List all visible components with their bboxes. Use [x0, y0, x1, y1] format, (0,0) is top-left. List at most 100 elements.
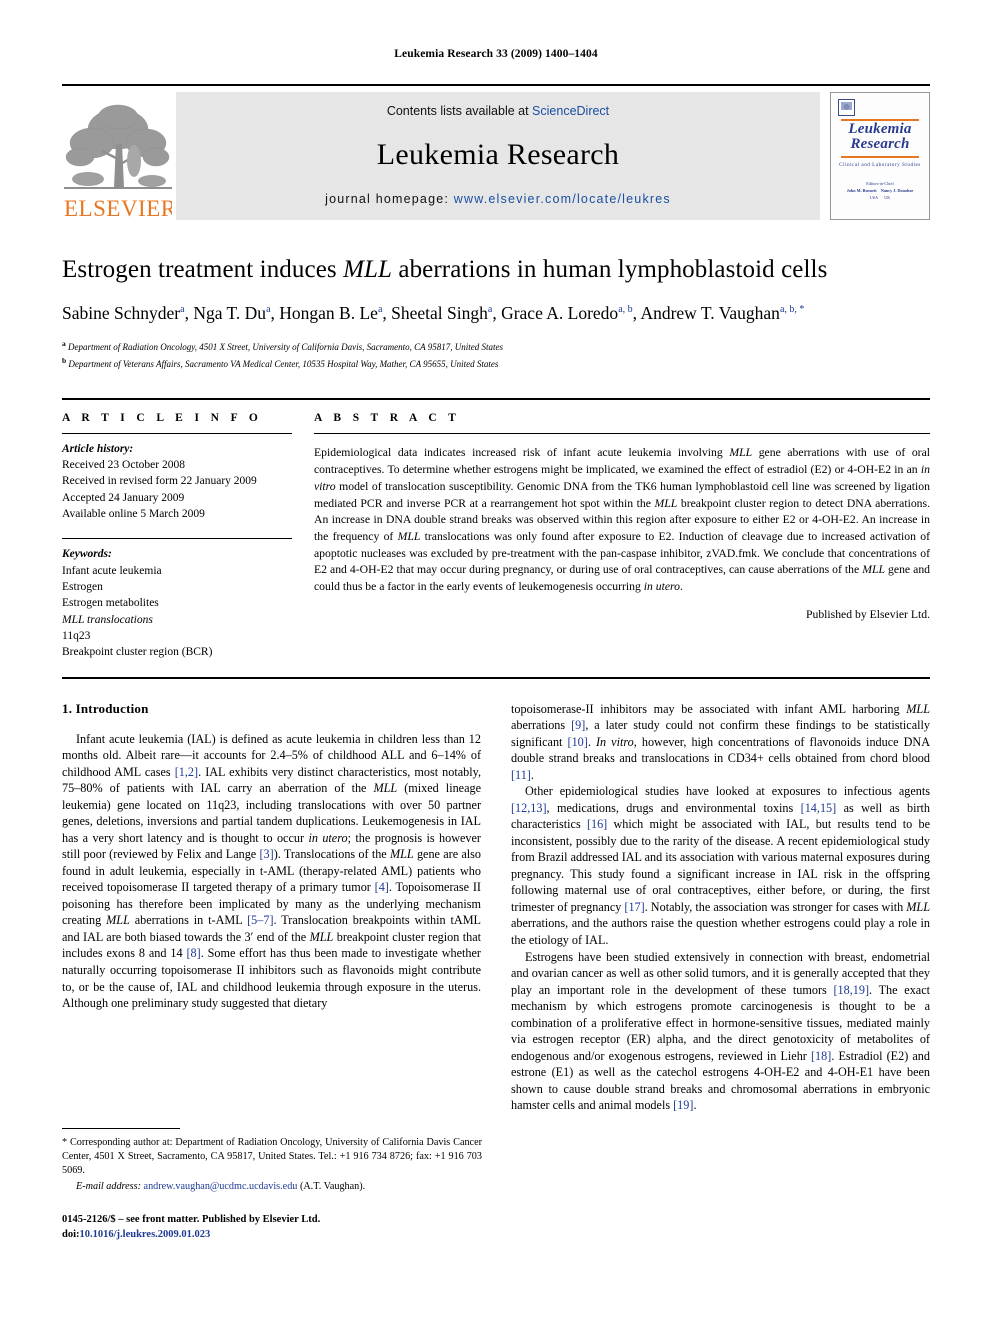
article-info-heading: A R T I C L E I N F O [62, 411, 263, 424]
abstract-heading: A B S T R A C T [314, 411, 461, 424]
cover-editors: Editors-in-Chief John M. Bennett Nancy J… [847, 180, 914, 201]
cover-rule-bottom [841, 155, 919, 158]
author: Sabine Schnydera [62, 303, 185, 323]
cover-editor-1-location: USA [869, 194, 878, 200]
keywords-divider [62, 538, 292, 540]
journal-homepage-line: journal homepage: www.elsevier.com/locat… [325, 192, 671, 206]
corresponding-author-note: * Corresponding author at: Department of… [62, 1137, 482, 1177]
author-name: Sabine Schnyder [62, 302, 181, 323]
keyword-item: 11q23 [62, 629, 91, 642]
affiliation-text: Department of Radiation Oncology, 4501 X… [68, 341, 503, 352]
elsevier-tree-icon [64, 99, 172, 199]
masthead-center: Contents lists available at ScienceDirec… [176, 92, 820, 220]
affiliation-list: a Department of Radiation Oncology, 4501… [62, 338, 930, 372]
keyword-item: Infant acute leukemia [62, 564, 162, 577]
abstract-published-by: Published by Elsevier Ltd. [805, 607, 930, 621]
author-name: Grace A. Loredo [501, 302, 619, 323]
doi-label: doi: [62, 1229, 80, 1241]
title-block: Estrogen treatment induces MLL aberratio… [62, 256, 930, 372]
keyword-item: Estrogen metabolites [62, 597, 159, 610]
intro-paragraph: topoisomerase-II inhibitors may be assoc… [511, 701, 931, 782]
author-affil-marker: a [180, 303, 185, 315]
author: Grace A. Loredoa, b [501, 303, 633, 323]
info-abstract-band: A R T I C L E I N F O Article history: R… [62, 397, 930, 679]
article-history-item: Accepted 24 January 2009 [62, 491, 185, 504]
author: Hongan B. Lea [279, 303, 382, 323]
author-name: Sheetal Singh [391, 302, 488, 323]
author: Andrew T. Vaughana, b, * [640, 303, 804, 323]
cover-editors-label: Editors-in-Chief [866, 180, 894, 186]
issn-front-matter: 0145-2126/$ – see front matter. Publishe… [62, 1214, 321, 1225]
journal-name: Leukemia Research [376, 138, 620, 171]
copyright-block: 0145-2126/$ – see front matter. Publishe… [62, 1212, 320, 1242]
journal-cover-thumbnail: Leukemia Research Clinical and Laborator… [830, 92, 930, 220]
affiliation-marker: b [62, 355, 67, 365]
cover-title-line2: Research [850, 136, 910, 153]
journal-masthead: ELSEVIER Contents lists available at Sci… [62, 84, 930, 220]
abstract-text: Epidemiological data indicates increased… [314, 446, 931, 594]
article-info-divider [62, 432, 292, 434]
author-list: Sabine Schnydera, Nga T. Dua, Hongan B. … [62, 302, 805, 323]
author: Nga T. Dua [193, 303, 270, 323]
footnote-block: * Corresponding author at: Department of… [62, 1128, 482, 1192]
article-history-item: Received 23 October 2008 [62, 458, 185, 471]
email-line: E-mail address: andrew.vaughan@ucdmc.ucd… [62, 1181, 482, 1192]
contents-prefix: Contents lists available at [386, 104, 533, 118]
keyword-item: Estrogen [62, 580, 103, 593]
author-affil-marker: a [266, 303, 271, 315]
author-affil-marker: a [377, 303, 383, 315]
author-name: Hongan B. Le [279, 302, 378, 323]
author-affil-marker: a, b [618, 303, 633, 315]
email-label: E-mail address: [76, 1181, 141, 1193]
article-history-block: Article history: Received 23 October 200… [62, 441, 292, 523]
paper-title: Estrogen treatment induces MLL aberratio… [62, 256, 930, 285]
author-affil-marker: a [487, 303, 493, 315]
email-link[interactable]: andrew.vaughan@ucdmc.ucdavis.edu [144, 1181, 298, 1192]
abstract-column: A B S T R A C T Epidemiological data ind… [314, 412, 930, 661]
affiliation-item: b Department of Veterans Affairs, Sacram… [62, 355, 930, 372]
doi-line: doi:10.1016/j.leukres.2009.01.023 [62, 1227, 320, 1242]
keyword-item: Breakpoint cluster region (BCR) [62, 646, 213, 659]
abstract-divider [314, 432, 930, 434]
article-history-item: Received in revised form 22 January 2009 [62, 475, 257, 488]
author-name: Andrew T. Vaughan [640, 302, 780, 323]
contents-available-line: Contents lists available at ScienceDirec… [387, 104, 609, 118]
cover-editor-2-location: UK [884, 194, 891, 200]
intro-paragraph: Other epidemiological studies have looke… [511, 784, 931, 947]
cover-elsevier-icon [838, 99, 855, 116]
cover-editor-1: John M. Bennett [846, 187, 877, 193]
body-column-left: 1. Introduction Infant acute leukemia (I… [62, 701, 481, 1171]
sciencedirect-link[interactable]: ScienceDirect [532, 104, 609, 118]
section-heading-introduction: 1. Introduction [62, 700, 149, 716]
title-part-post: aberrations in human lymphoblastoid cell… [392, 256, 828, 283]
cover-editor-2: Nancy J. Donohoe [880, 187, 914, 193]
article-history-label: Article history: [62, 442, 134, 455]
affiliation-item: a Department of Radiation Oncology, 4501… [62, 338, 930, 355]
intro-paragraph: Infant acute leukemia (IAL) is defined a… [62, 731, 481, 1011]
homepage-url-link[interactable]: www.elsevier.com/locate/leukres [454, 192, 671, 206]
doi-link[interactable]: 10.1016/j.leukres.2009.01.023 [80, 1229, 211, 1240]
email-owner: (A.T. Vaughan). [299, 1181, 366, 1193]
author-affil-marker: a, b, * [779, 303, 805, 315]
paper-page: Leukemia Research 33 (2009) 1400–1404 EL… [0, 0, 992, 1323]
body-column-right: topoisomerase-II inhibitors may be assoc… [511, 701, 930, 1171]
homepage-prefix: journal homepage: [325, 192, 454, 206]
author: Sheetal Singha [391, 303, 492, 323]
title-gene-name: MLL [343, 256, 393, 283]
affiliation-marker: a [62, 338, 66, 348]
affiliation-text: Department of Veterans Affairs, Sacramen… [68, 358, 499, 369]
article-history-item: Available online 5 March 2009 [62, 507, 205, 520]
footnote-divider [62, 1128, 180, 1129]
keyword-item: MLL translocations [62, 613, 153, 626]
cover-subtitle: Clinical and Laboratory Studies [839, 161, 921, 168]
title-part-pre: Estrogen treatment induces [62, 256, 344, 283]
running-head: Leukemia Research 33 (2009) 1400–1404 [394, 48, 598, 60]
intro-paragraph: Estrogens have been studied extensively … [511, 949, 930, 1113]
keywords-block: Keywords: Infant acute leukemia Estrogen… [62, 546, 292, 660]
cover-title-line1: Leukemia [848, 121, 912, 137]
elsevier-wordmark: ELSEVIER [64, 197, 172, 220]
keywords-label: Keywords: [62, 548, 112, 561]
article-info-column: A R T I C L E I N F O Article history: R… [62, 412, 292, 661]
body-columns: 1. Introduction Infant acute leukemia (I… [62, 701, 930, 1171]
